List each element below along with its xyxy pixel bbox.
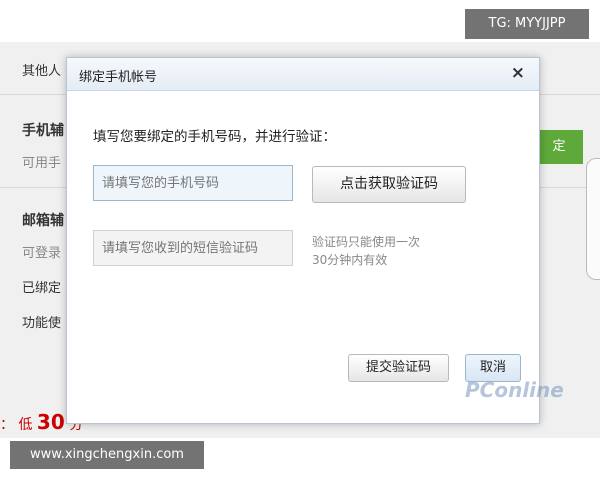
note-line-1: 验证码只能使用一次 <box>312 235 421 249</box>
bg-confirm-button[interactable]: 定 <box>535 130 583 164</box>
bg-side-bracket <box>586 158 600 280</box>
bg-email-heading: 邮箱辅 <box>22 213 64 229</box>
dialog-header: 绑定手机帐号 × <box>67 58 539 91</box>
score-prefix: ： <box>0 417 14 433</box>
tg-label: TG: MYYJJPP <box>465 9 589 39</box>
score-value: 30 <box>36 410 65 434</box>
close-icon[interactable]: × <box>511 63 525 83</box>
score-level: 低 <box>18 417 33 433</box>
dialog-title: 绑定手机帐号 <box>79 70 158 85</box>
site-url-label: www.xingchengxin.com <box>10 441 204 469</box>
bg-phone-desc: 可用手 <box>22 156 62 171</box>
bind-phone-dialog: 绑定手机帐号 × 填写您要绑定的手机号码，并进行验证： 点击获取验证码 验证码只… <box>66 57 564 424</box>
submit-code-button[interactable]: 提交验证码 <box>348 354 449 382</box>
bg-phone-heading: 手机辅 <box>22 123 64 139</box>
dialog-instruction: 填写您要绑定的手机号码，并进行验证： <box>93 129 336 145</box>
bg-function-label: 功能使 <box>22 316 62 331</box>
bg-other-label: 其他人 <box>22 64 62 79</box>
get-verification-code-button[interactable]: 点击获取验证码 <box>312 166 466 203</box>
bg-email-desc: 可登录 <box>22 246 62 261</box>
bg-bound-label: 已绑定 <box>22 281 62 296</box>
pconline-watermark: PConline <box>465 378 564 402</box>
sms-code-input[interactable] <box>93 230 293 266</box>
code-validity-note: 验证码只能使用一次 30分钟内有效 <box>312 233 420 269</box>
phone-number-input[interactable] <box>93 165 293 201</box>
note-line-2: 30分钟内有效 <box>312 253 388 267</box>
